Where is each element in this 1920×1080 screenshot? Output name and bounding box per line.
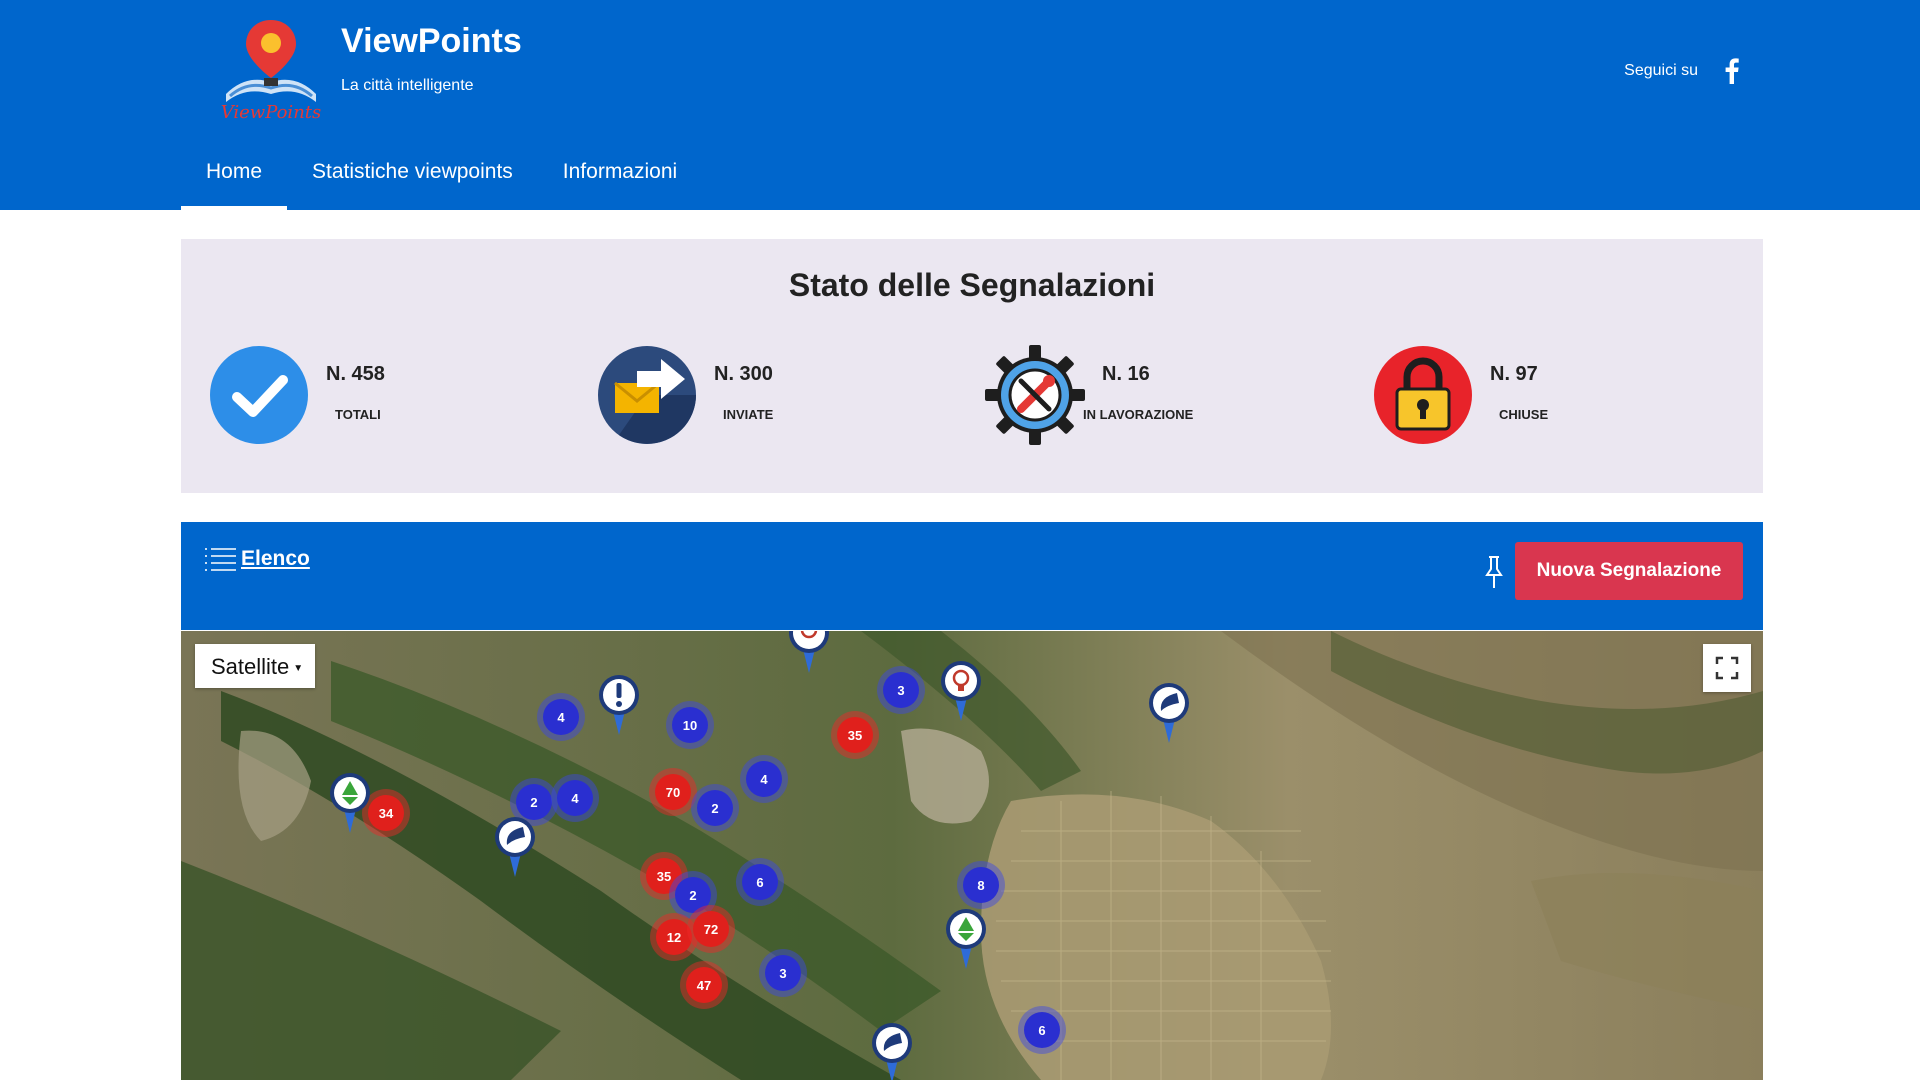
map-cluster[interactable]: 3 [883,672,919,708]
map-cluster[interactable]: 4 [557,780,593,816]
nav-home[interactable]: Home [181,148,288,210]
envelope-arrow-icon [598,346,696,444]
social-links: Seguici su [1624,58,1740,84]
status-panel: Stato delle Segnalazioni N. 458 TOTALI N… [181,239,1763,493]
map-cluster[interactable]: 47 [686,967,722,1003]
nav-info[interactable]: Informazioni [538,148,702,210]
lightbulb-marker-icon[interactable] [939,659,983,723]
recycle-marker-icon[interactable] [328,771,372,835]
map-layer-select[interactable]: Satellite ▼ [195,644,315,688]
map-cluster[interactable]: 6 [1024,1012,1060,1048]
list-view-link[interactable]: Elenco [203,546,310,572]
map-cluster[interactable]: 2 [697,790,733,826]
list-view-label[interactable]: Elenco [241,547,310,571]
road-marker-icon[interactable] [1147,681,1191,745]
lightbulb-marker-icon[interactable] [787,631,831,675]
stat-number: N. 16 [1102,363,1150,385]
logo-wordmark: ViewPoints [221,102,322,122]
map-view[interactable]: Satellite ▼ 4 10 3 35 34 70 4 2 4 2 35 2 … [181,631,1763,1080]
warning-marker-icon[interactable] [597,673,641,737]
map-cluster[interactable]: 10 [672,707,708,743]
map-toolbar: Elenco Nuova Segnalazione [181,522,1763,630]
road-marker-icon[interactable] [870,1021,914,1080]
map-cluster[interactable]: 12 [656,919,692,955]
stat-in-progress: N. 16 IN LAVORAZIONE [957,345,1357,445]
stat-total: N. 458 TOTALI [181,345,561,445]
stat-number: N. 458 [326,363,385,385]
map-cluster[interactable]: 4 [746,761,782,797]
fullscreen-icon [1715,656,1739,680]
stat-closed: N. 97 CHIUSE [1345,345,1725,445]
site-header: ViewPoints ViewPoints La città intellige… [0,0,1920,210]
brand-subtitle: La città intelligente [341,77,474,94]
brand-title: ViewPoints [341,22,522,60]
map-cluster[interactable]: 8 [963,867,999,903]
stat-number: N. 97 [1490,363,1538,385]
stat-label: CHIUSE [1499,407,1549,422]
check-circle-icon [210,346,308,444]
status-title: Stato delle Segnalazioni [788,267,1156,303]
follow-label: Seguici su [1624,62,1698,79]
map-cluster[interactable]: 72 [693,911,729,947]
nav-statistics[interactable]: Statistiche viewpoints [287,148,538,210]
road-marker-icon[interactable] [493,815,537,879]
map-cluster[interactable]: 3 [765,955,801,991]
map-layer-label: Satellite [211,654,290,679]
map-cluster[interactable]: 2 [675,877,711,913]
stat-sent: N. 300 INVIATE [569,345,949,445]
recycle-marker-icon[interactable] [944,907,988,971]
map-cluster[interactable]: 4 [543,699,579,735]
list-icon [205,548,236,571]
pin-icon[interactable] [1483,554,1505,590]
map-cluster[interactable]: 35 [837,717,873,753]
new-report-button[interactable]: Nuova Segnalazione [1515,542,1743,600]
stat-number: N. 300 [714,363,773,385]
map-cluster[interactable]: 70 [655,774,691,810]
gear-wrench-icon [985,345,1085,445]
viewpoints-logo[interactable]: ViewPoints [216,16,326,122]
stat-label: IN LAVORAZIONE [1083,407,1194,422]
chevron-down-icon: ▼ [293,662,304,674]
main-nav: Home Statistiche viewpoints Informazioni [181,148,702,210]
map-cluster[interactable]: 34 [368,795,404,831]
padlock-icon [1374,346,1472,444]
facebook-icon[interactable] [1722,58,1740,84]
stat-label: TOTALI [335,407,381,422]
stat-label: INVIATE [723,407,774,422]
fullscreen-button[interactable] [1703,644,1751,692]
map-cluster[interactable]: 6 [742,864,778,900]
